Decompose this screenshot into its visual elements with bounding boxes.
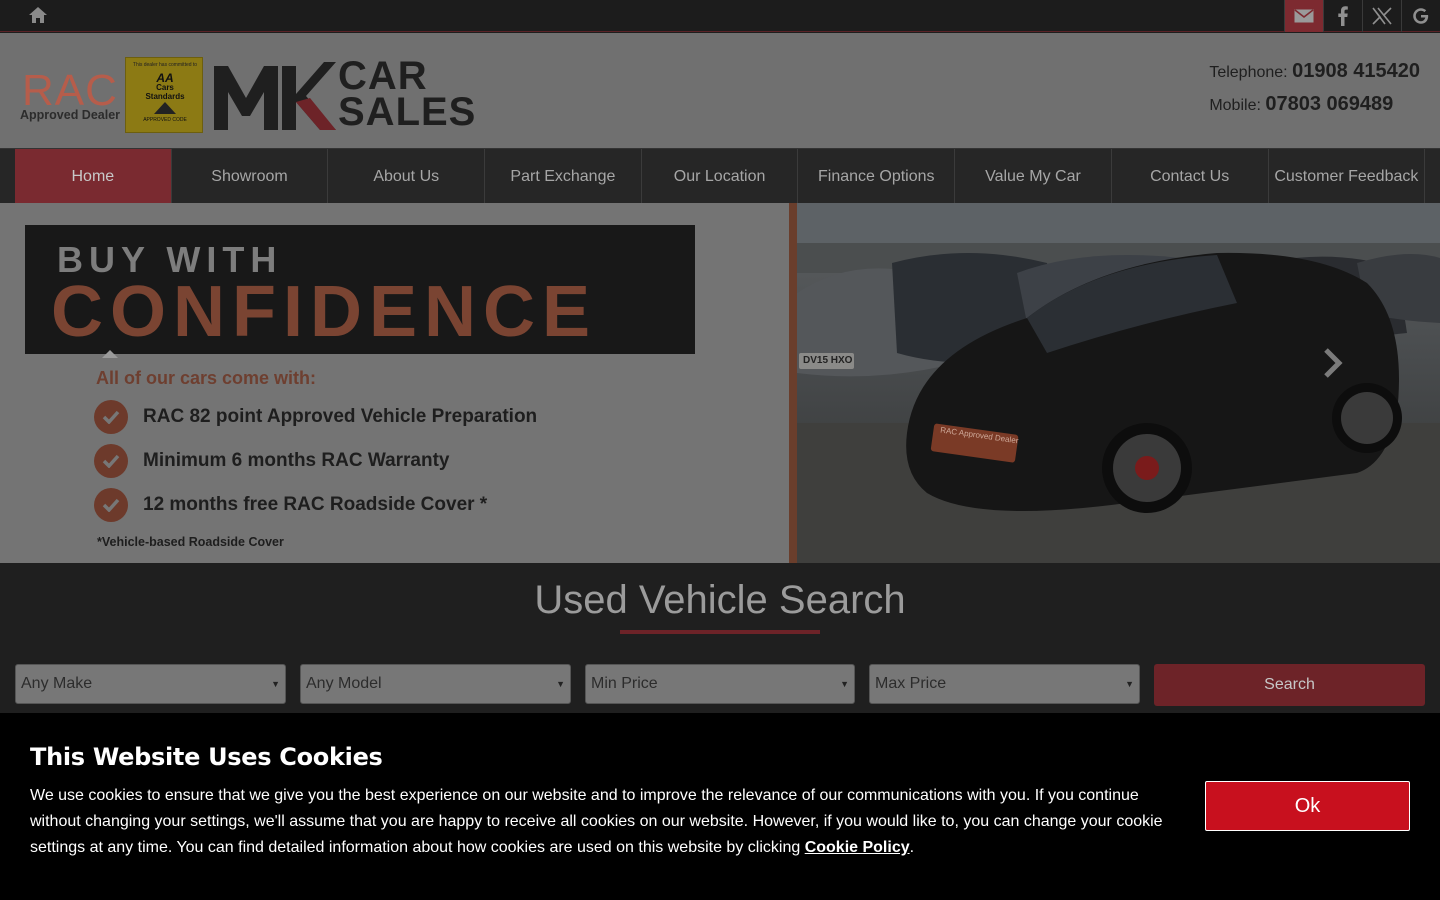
hero-divider bbox=[789, 203, 797, 563]
aa-line1: Cars bbox=[156, 83, 174, 92]
model-select[interactable]: Any Model ▼ bbox=[300, 664, 571, 704]
check-icon bbox=[94, 488, 128, 522]
cookie-ok-button[interactable]: Ok bbox=[1205, 781, 1410, 831]
nav-item-finance-options[interactable]: Finance Options bbox=[798, 149, 956, 204]
check-icon bbox=[94, 444, 128, 478]
mobile-number[interactable]: 07803 069489 bbox=[1265, 93, 1393, 115]
nav-item-part-exchange[interactable]: Part Exchange bbox=[485, 149, 642, 204]
cookie-end: . bbox=[909, 839, 915, 856]
chevron-down-icon: ▼ bbox=[556, 679, 565, 689]
feature-item: Minimum 6 months RAC Warranty bbox=[94, 444, 450, 478]
hero-promo-panel: BUY WITH CONFIDENCE All of our cars come… bbox=[0, 203, 789, 563]
rac-approved-label: Approved Dealer bbox=[20, 108, 121, 122]
vehicle-search: Used Vehicle Search Any Make ▼ Any Model… bbox=[0, 563, 1440, 713]
logo-line1: CAR bbox=[338, 54, 428, 98]
max-price-select[interactable]: Max Price ▼ bbox=[869, 664, 1140, 704]
cookie-text: We use cookies to ensure that we give yo… bbox=[30, 783, 1180, 861]
cookie-policy-link[interactable]: Cookie Policy bbox=[805, 839, 910, 856]
promo-footnote: *Vehicle-based Roadside Cover bbox=[97, 535, 284, 549]
feature-text: RAC 82 point Approved Vehicle Preparatio… bbox=[143, 406, 538, 427]
nav-item-customer-feedback[interactable]: Customer Feedback bbox=[1269, 149, 1426, 204]
home-icon[interactable] bbox=[28, 6, 50, 26]
mk-logo[interactable] bbox=[212, 58, 336, 132]
max-price-value: Max Price bbox=[875, 675, 947, 692]
cookie-banner: This Website Uses Cookies We use cookies… bbox=[0, 713, 1440, 900]
email-icon[interactable] bbox=[1284, 0, 1323, 32]
telephone-row: Telephone: 01908 415420 bbox=[1209, 60, 1420, 83]
mobile-label: Mobile: bbox=[1209, 97, 1261, 114]
nav-item-value-my-car[interactable]: Value My Car bbox=[955, 149, 1112, 204]
header-contact: Telephone: 01908 415420 Mobile: 07803 06… bbox=[1209, 60, 1420, 126]
promo-subheading: All of our cars come with: bbox=[96, 368, 317, 388]
mobile-row: Mobile: 07803 069489 bbox=[1209, 93, 1420, 116]
banner-line2: CONFIDENCE bbox=[51, 272, 598, 352]
nav-item-home[interactable]: Home bbox=[15, 149, 172, 204]
chevron-down-icon: ▼ bbox=[271, 679, 280, 689]
feature-text: Minimum 6 months RAC Warranty bbox=[143, 450, 450, 471]
search-button[interactable]: Search bbox=[1154, 664, 1425, 706]
make-select-value: Any Make bbox=[21, 675, 93, 692]
nav-item-about-us[interactable]: About Us bbox=[328, 149, 486, 204]
top-bar bbox=[0, 0, 1440, 32]
number-plate: DV15 HXO bbox=[803, 355, 853, 366]
telephone-label: Telephone: bbox=[1209, 64, 1288, 81]
slider-next-icon[interactable] bbox=[1322, 346, 1344, 385]
main-nav: Home Showroom About Us Part Exchange Our… bbox=[0, 148, 1440, 204]
x-twitter-icon[interactable] bbox=[1362, 0, 1401, 32]
aa-line2: Standards bbox=[145, 92, 185, 101]
nav-item-our-location[interactable]: Our Location bbox=[642, 149, 799, 204]
aa-brand: AA bbox=[156, 71, 174, 85]
promo-banner: BUY WITH CONFIDENCE bbox=[25, 225, 695, 354]
aa-badge-text: AA Cars Standards bbox=[130, 71, 200, 101]
aa-badge-top: This dealer has committed to bbox=[132, 62, 198, 68]
hero-slider: BUY WITH CONFIDENCE All of our cars come… bbox=[0, 203, 1440, 563]
chevron-down-icon: ▼ bbox=[1125, 679, 1134, 689]
cookie-title: This Website Uses Cookies bbox=[30, 743, 383, 771]
title-underline bbox=[620, 630, 820, 634]
aa-cars-standards-badge: This dealer has committed to AA Cars Sta… bbox=[125, 57, 203, 133]
check-icon bbox=[94, 400, 128, 434]
min-price-value: Min Price bbox=[591, 675, 658, 692]
telephone-number[interactable]: 01908 415420 bbox=[1292, 60, 1420, 82]
logo-line2: SALES bbox=[338, 90, 477, 134]
aa-badge-bottom: APPROVED CODE bbox=[143, 117, 187, 123]
min-price-select[interactable]: Min Price ▼ bbox=[585, 664, 855, 704]
social-links bbox=[1284, 0, 1440, 32]
make-select[interactable]: Any Make ▼ bbox=[15, 664, 286, 704]
feature-item: 12 months free RAC Roadside Cover * bbox=[94, 488, 487, 522]
cookie-body: We use cookies to ensure that we give yo… bbox=[30, 787, 1163, 856]
aa-triangle-icon bbox=[154, 102, 176, 114]
nav-item-contact-us[interactable]: Contact Us bbox=[1112, 149, 1269, 204]
facebook-icon[interactable] bbox=[1323, 0, 1362, 32]
logo-wordmark: CAR SALES bbox=[338, 54, 477, 134]
feature-item: RAC 82 point Approved Vehicle Preparatio… bbox=[94, 400, 537, 434]
feature-text: 12 months free RAC Roadside Cover * bbox=[143, 494, 488, 515]
nav-item-showroom[interactable]: Showroom bbox=[172, 149, 329, 204]
search-title: Used Vehicle Search bbox=[534, 578, 906, 622]
model-select-value: Any Model bbox=[306, 675, 382, 692]
chevron-down-icon: ▼ bbox=[840, 679, 849, 689]
banner-notch-icon bbox=[102, 350, 118, 358]
google-icon[interactable] bbox=[1401, 0, 1440, 32]
